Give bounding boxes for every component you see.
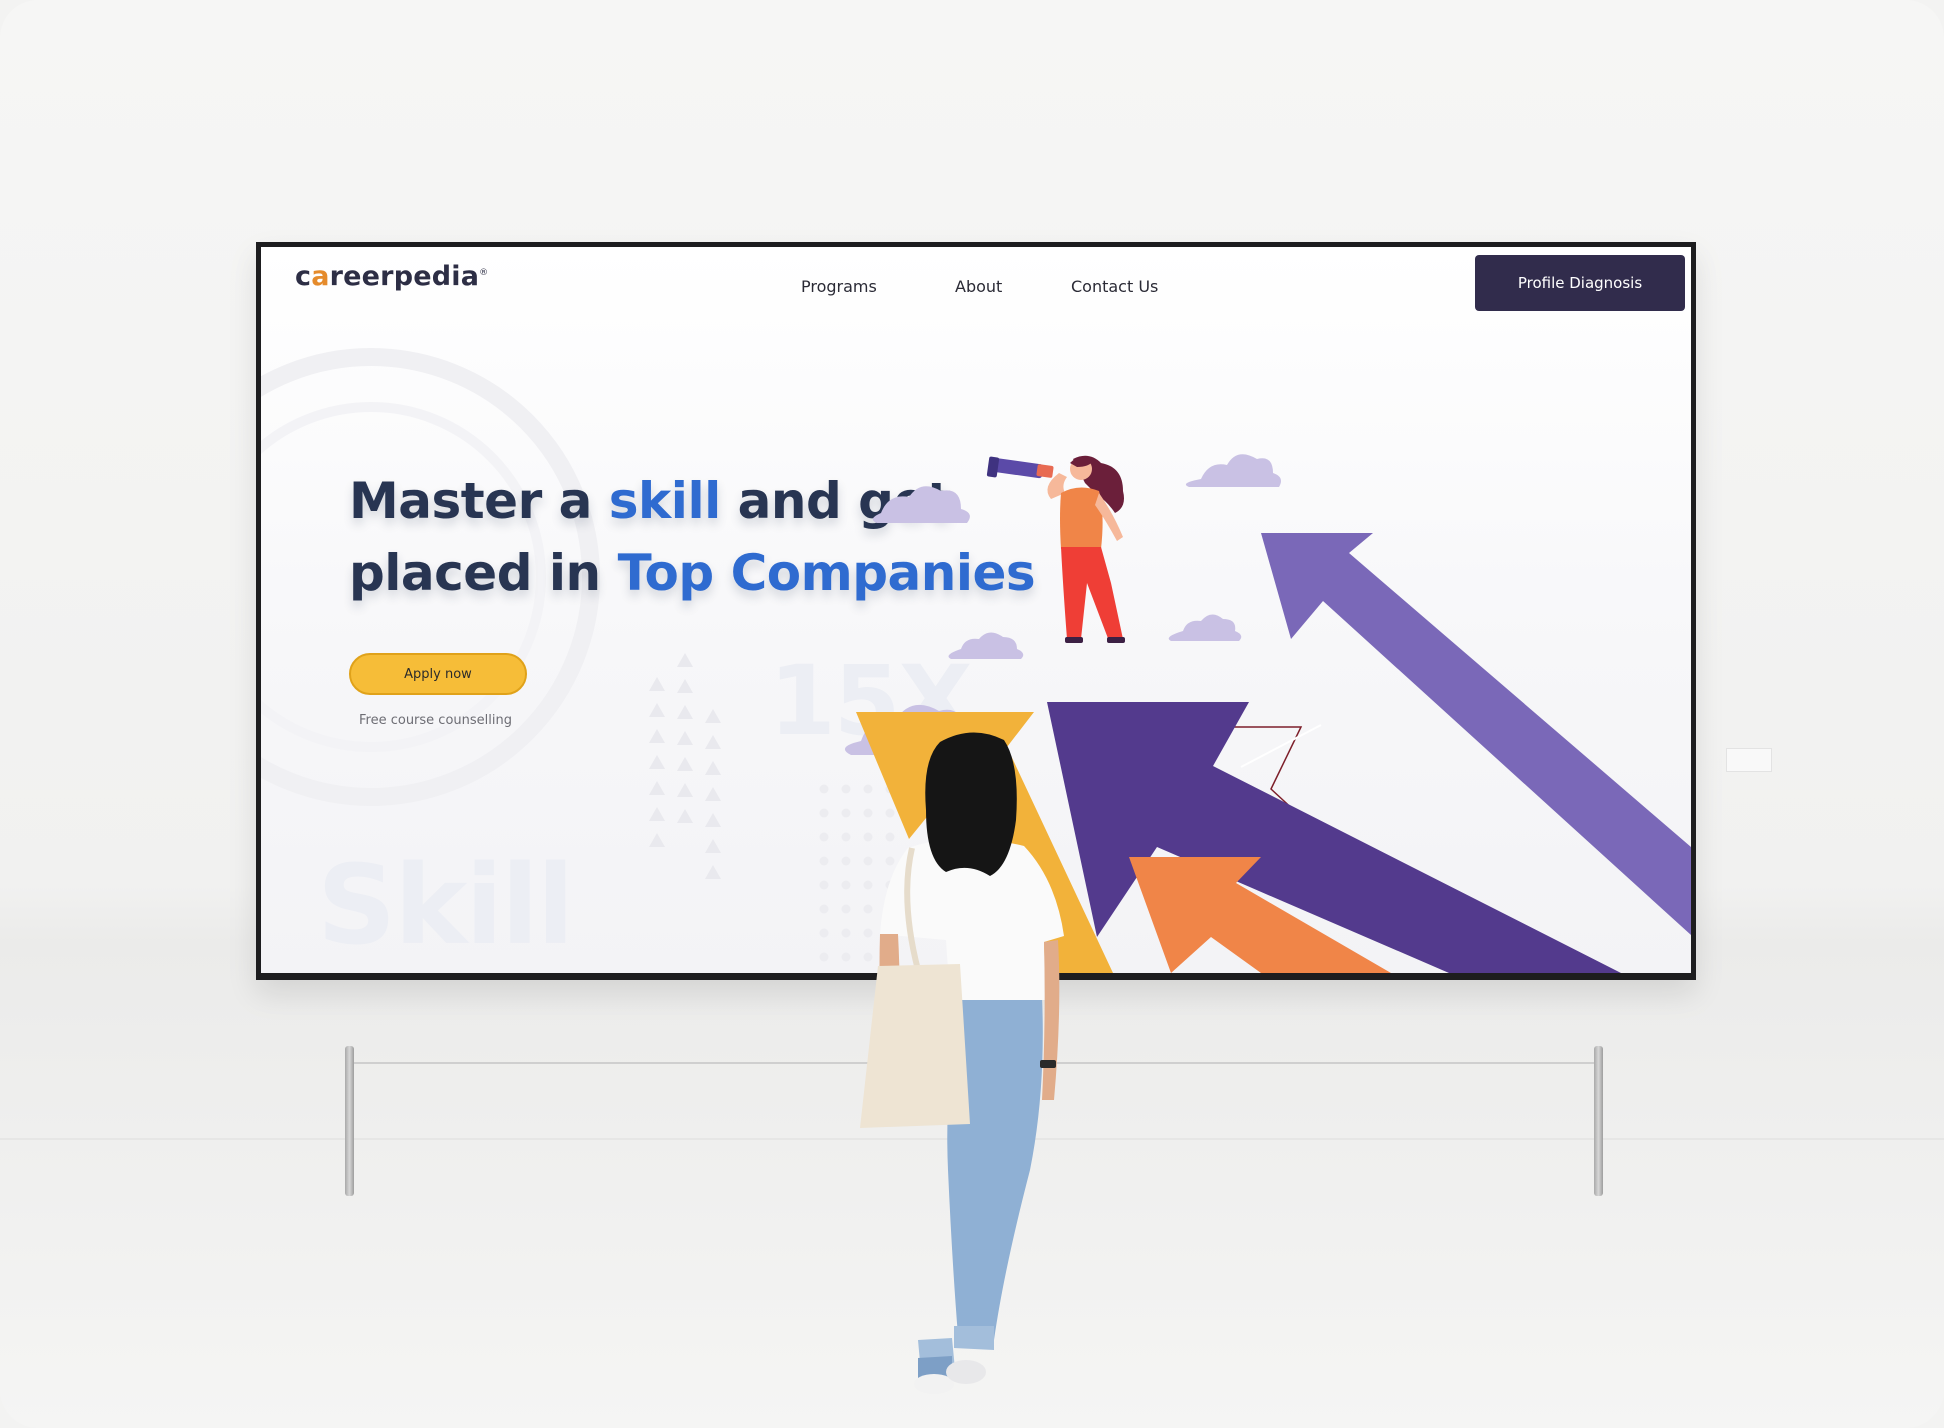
visitor-figure <box>860 732 1064 1394</box>
gallery-scene: 15X Skill careerpedia® Programs About Co… <box>0 0 1944 1428</box>
